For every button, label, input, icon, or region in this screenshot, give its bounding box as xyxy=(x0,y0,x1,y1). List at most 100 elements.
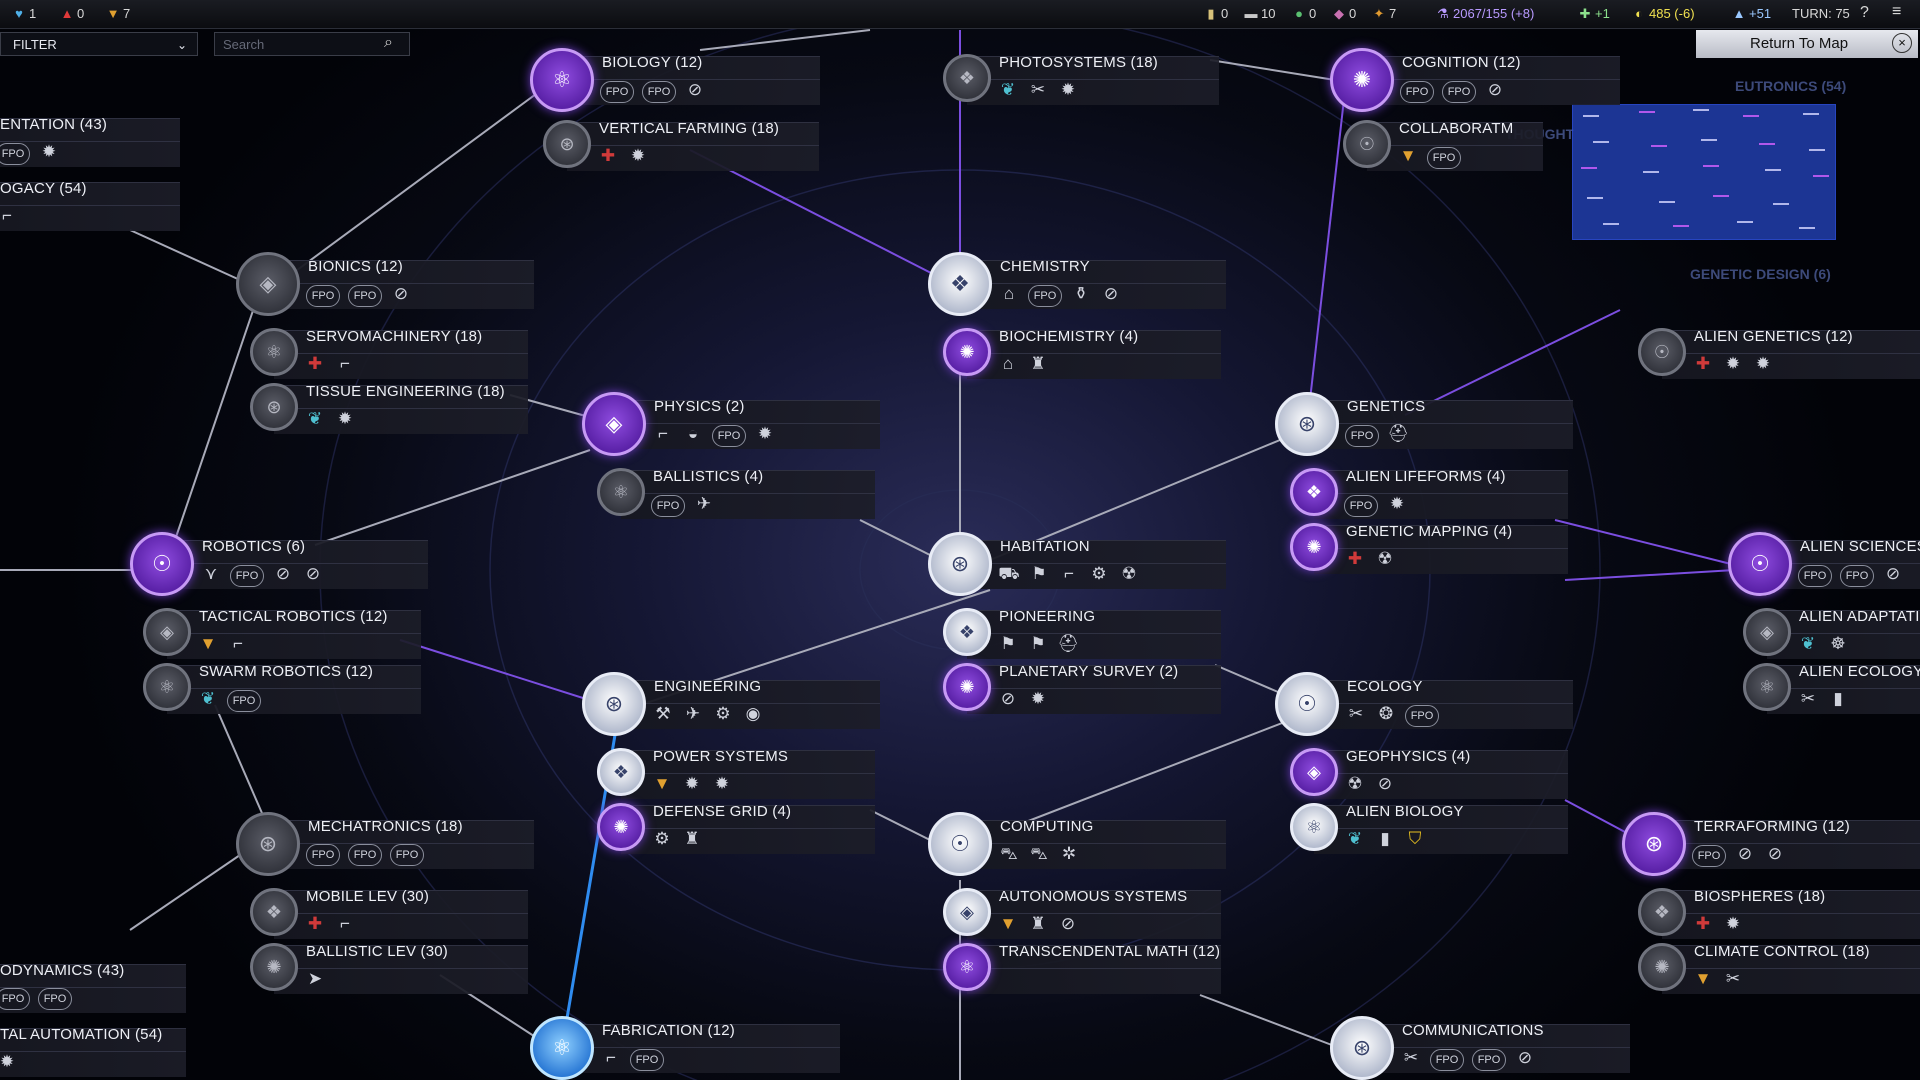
seed-icon[interactable]: ❦ xyxy=(1797,634,1819,656)
gear-icon[interactable]: ✹ xyxy=(1752,354,1774,376)
tech-node-icon[interactable]: ⚛ xyxy=(530,48,594,112)
help-icon[interactable]: ? xyxy=(1860,4,1869,22)
tech-alien-ecology[interactable]: ⚛ ALIEN ECOLOGY ✂ ▮ xyxy=(1743,661,1920,714)
tool-icon[interactable]: ✂ xyxy=(1400,1048,1422,1070)
tech-node-icon[interactable]: ⊛ xyxy=(1275,392,1339,456)
tech-node-icon[interactable]: ☉ xyxy=(1343,120,1391,168)
gear-icon[interactable]: ✹ xyxy=(711,774,733,796)
tool-icon[interactable]: ✂ xyxy=(1722,969,1744,991)
gear-icon[interactable]: ✹ xyxy=(1057,80,1079,102)
shell-icon[interactable]: ❂ xyxy=(1375,704,1397,726)
tech-genetics[interactable]: ⊛ GENETICS FPO ⛑ xyxy=(1275,392,1573,456)
tech-node-icon[interactable]: ☉ xyxy=(130,532,194,596)
creature-icon[interactable]: ☢ xyxy=(1118,564,1140,586)
resource-xenomass[interactable]: ◆ 0 xyxy=(1332,6,1356,22)
gear-icon[interactable]: ✹ xyxy=(681,774,703,796)
fpo-placeholder-icon[interactable]: FPO xyxy=(1840,565,1874,587)
health-icon[interactable]: ✚ xyxy=(1692,914,1714,936)
wonder-icon[interactable]: ⊘ xyxy=(1882,564,1904,586)
tech-implementation[interactable]: ENTATION (43) FPO ✹ xyxy=(0,114,180,167)
fpo-placeholder-icon[interactable]: FPO xyxy=(1442,81,1476,103)
close-icon[interactable]: × xyxy=(1892,33,1912,53)
flag-icon[interactable]: ⚑ xyxy=(997,634,1019,656)
tech-biogacy[interactable]: OGACY (54) ⌐ xyxy=(0,178,180,231)
return-to-map-button[interactable]: Return To Map × xyxy=(1696,30,1918,58)
dome-icon[interactable]: ◒ xyxy=(682,424,704,446)
tech-computing[interactable]: ☉ COMPUTING ⛍ ⛍ ✲ xyxy=(928,812,1226,876)
fpo-placeholder-icon[interactable]: FPO xyxy=(1400,81,1434,103)
colonist-icon[interactable]: ⛟ xyxy=(998,564,1020,586)
affinity-indicator[interactable]: ▼ 7 xyxy=(106,6,131,21)
tech-node-icon[interactable]: ◈ xyxy=(1290,748,1338,796)
robot-icon[interactable]: ⚙ xyxy=(712,704,734,726)
fpo-placeholder-icon[interactable]: FPO xyxy=(348,285,382,307)
affinity-icon[interactable]: ▼ xyxy=(197,634,219,656)
tech-ecology[interactable]: ☉ ECOLOGY ✂ ❂ FPO xyxy=(1275,672,1573,736)
gear-icon[interactable]: ✹ xyxy=(1722,354,1744,376)
fpo-placeholder-icon[interactable]: FPO xyxy=(1692,845,1726,867)
science-indicator[interactable]: ⚗ 2067/155 (+8) xyxy=(1436,6,1534,22)
health-icon[interactable]: ✚ xyxy=(1344,549,1366,571)
tech-node-icon[interactable]: ☉ xyxy=(928,812,992,876)
tech-node-icon[interactable]: ✺ xyxy=(250,943,298,991)
tech-node-icon[interactable]: ❖ xyxy=(1290,468,1338,516)
menu-icon[interactable]: ≡ xyxy=(1892,3,1901,21)
tech-alien-adaptation[interactable]: ◈ ALIEN ADAPTATI ❦ ☸ xyxy=(1743,606,1920,659)
resource-geothermal[interactable]: ✦ 7 xyxy=(1372,6,1397,22)
drone-icon[interactable]: ✈ xyxy=(693,494,715,516)
tech-alien-biology[interactable]: ⚛ ALIEN BIOLOGY ❦ ▮ ⛉ xyxy=(1290,801,1568,854)
tech-fabrication[interactable]: ⚛ FABRICATION (12) ⌐ FPO xyxy=(530,1016,840,1080)
tech-alien-lifeforms[interactable]: ❖ ALIEN LIFEFORMS (4) FPO ✹ xyxy=(1290,466,1568,519)
wonder-icon[interactable]: ⊘ xyxy=(1374,774,1396,796)
building-icon[interactable]: ⌂ xyxy=(997,354,1019,376)
tech-node-icon[interactable]: ✺ xyxy=(1290,523,1338,571)
unrest-indicator[interactable]: ▲ 0 xyxy=(60,6,85,21)
minimap[interactable] xyxy=(1572,104,1836,240)
search-icon[interactable]: ⌕ xyxy=(384,34,393,52)
tech-node-icon[interactable]: ⚛ xyxy=(1290,803,1338,851)
fpo-placeholder-icon[interactable]: FPO xyxy=(0,143,30,165)
tech-cognition[interactable]: ✺ COGNITION (12) FPO FPO ⊘ xyxy=(1330,48,1620,112)
tech-node-icon[interactable]: ⊛ xyxy=(543,120,591,168)
wonder-icon[interactable]: ⊘ xyxy=(1764,844,1786,866)
tech-power-systems[interactable]: ❖ POWER SYSTEMS ▼ ✹ ✹ xyxy=(597,746,875,799)
fpo-placeholder-icon[interactable]: FPO xyxy=(712,425,746,447)
fpo-placeholder-icon[interactable]: FPO xyxy=(1427,147,1461,169)
tech-pioneering[interactable]: ❖ PIONEERING ⚑ ⚑ ⛑ xyxy=(943,606,1221,659)
tech-swarm-robotics[interactable]: ⚛ SWARM ROBOTICS (12) ❦ FPO xyxy=(143,661,421,714)
tower-icon[interactable]: ♜ xyxy=(1027,354,1049,376)
flag-icon[interactable]: ⚑ xyxy=(1027,634,1049,656)
tower-icon[interactable]: ♜ xyxy=(681,829,703,851)
flask-icon[interactable]: ⚱ xyxy=(1070,284,1092,306)
tech-node-icon[interactable]: ⚛ xyxy=(597,468,645,516)
gun-icon[interactable]: ⌐ xyxy=(600,1048,622,1070)
helmet-icon[interactable]: ⛑ xyxy=(1387,424,1409,446)
resource-firaxite[interactable]: ▮ 0 xyxy=(1204,6,1228,22)
tech-node-icon[interactable]: ⚛ xyxy=(250,328,298,376)
shield-icon[interactable]: ⛉ xyxy=(1404,829,1426,851)
wonder-icon[interactable]: ⊘ xyxy=(684,80,706,102)
wonder-icon[interactable]: ⊘ xyxy=(1100,284,1122,306)
tech-chemistry[interactable]: ❖ CHEMISTRY ⌂ FPO ⚱ ⊘ xyxy=(928,252,1226,316)
gun-icon[interactable]: ⌐ xyxy=(227,634,249,656)
gun-icon[interactable]: ⌐ xyxy=(652,424,674,446)
gear-icon[interactable]: ✹ xyxy=(1386,494,1408,516)
tech-node-icon[interactable]: ⊛ xyxy=(236,812,300,876)
wonder-icon[interactable]: ⊘ xyxy=(302,564,324,586)
tech-transcendental-math[interactable]: ⚛ TRANSCENDENTAL MATH (12) xyxy=(943,941,1221,994)
fpo-placeholder-icon[interactable]: FPO xyxy=(227,690,261,712)
tech-node-icon[interactable]: ✺ xyxy=(1330,48,1394,112)
tech-node-icon[interactable]: ❖ xyxy=(928,252,992,316)
tech-planetary-survey[interactable]: ✺ PLANETARY SURVEY (2) ⊘ ✹ xyxy=(943,661,1221,714)
seed-icon[interactable]: ❦ xyxy=(1344,829,1366,851)
tool-icon[interactable]: ✂ xyxy=(1345,704,1367,726)
gear-icon[interactable]: ✹ xyxy=(1027,689,1049,711)
health-icon[interactable]: ✚ xyxy=(304,354,326,376)
tech-node-icon[interactable]: ⚛ xyxy=(143,663,191,711)
tech-node-icon[interactable]: ❖ xyxy=(943,54,991,102)
tech-collaboration[interactable]: ☉ COLLABORATM ▼ FPO xyxy=(1343,118,1543,171)
tech-node-icon[interactable]: ❖ xyxy=(1638,888,1686,936)
tech-aerodynamics[interactable]: ODYNAMICS (43) FPO FPO xyxy=(0,960,186,1013)
canister-icon[interactable]: ▮ xyxy=(1827,689,1849,711)
gear-icon[interactable]: ✹ xyxy=(754,424,776,446)
